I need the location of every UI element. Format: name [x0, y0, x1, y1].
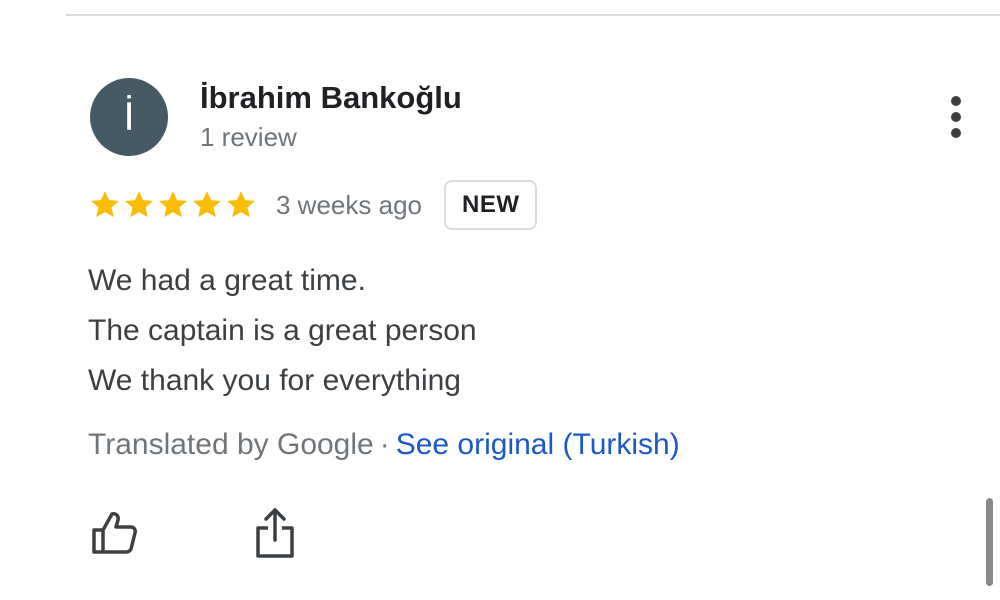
share-button[interactable] [252, 506, 298, 560]
translated-by-label: Translated by Google [88, 428, 374, 461]
review-text-line: We had a great time. [88, 264, 366, 297]
star-icon [159, 191, 187, 218]
rating-row: 3 weeks ago NEW [88, 178, 538, 232]
more-options-button[interactable] [935, 92, 977, 142]
star-icon [227, 191, 255, 218]
more-vertical-icon [951, 96, 961, 138]
star-icon [125, 191, 153, 218]
see-original-link[interactable]: See original (Turkish) [396, 428, 680, 461]
review-text-line: We thank you for everything [88, 364, 461, 397]
review-text-line: The captain is a great person [88, 314, 477, 347]
share-icon [256, 508, 294, 558]
avatar[interactable]: İ [90, 78, 168, 156]
review-date: 3 weeks ago [276, 189, 422, 220]
reviewer-name[interactable]: İbrahim Bankoğlu [200, 80, 462, 116]
translation-info: Translated by Google · See original (Turki… [88, 428, 680, 462]
star-icon [91, 191, 119, 218]
star-icon [193, 191, 221, 218]
new-badge: NEW [443, 180, 538, 230]
thumbs-up-icon [92, 512, 137, 554]
separator: · [379, 428, 390, 461]
star-rating [88, 188, 258, 222]
divider [66, 14, 1000, 16]
review-text: We had a great time. The captain is a gr… [88, 256, 477, 406]
review-card: İ İbrahim Bankoğlu 1 review 3 weeks ago … [0, 0, 1000, 600]
scrollbar[interactable] [986, 498, 993, 586]
like-button[interactable] [90, 508, 140, 558]
reviewer-review-count: 1 review [200, 122, 297, 152]
